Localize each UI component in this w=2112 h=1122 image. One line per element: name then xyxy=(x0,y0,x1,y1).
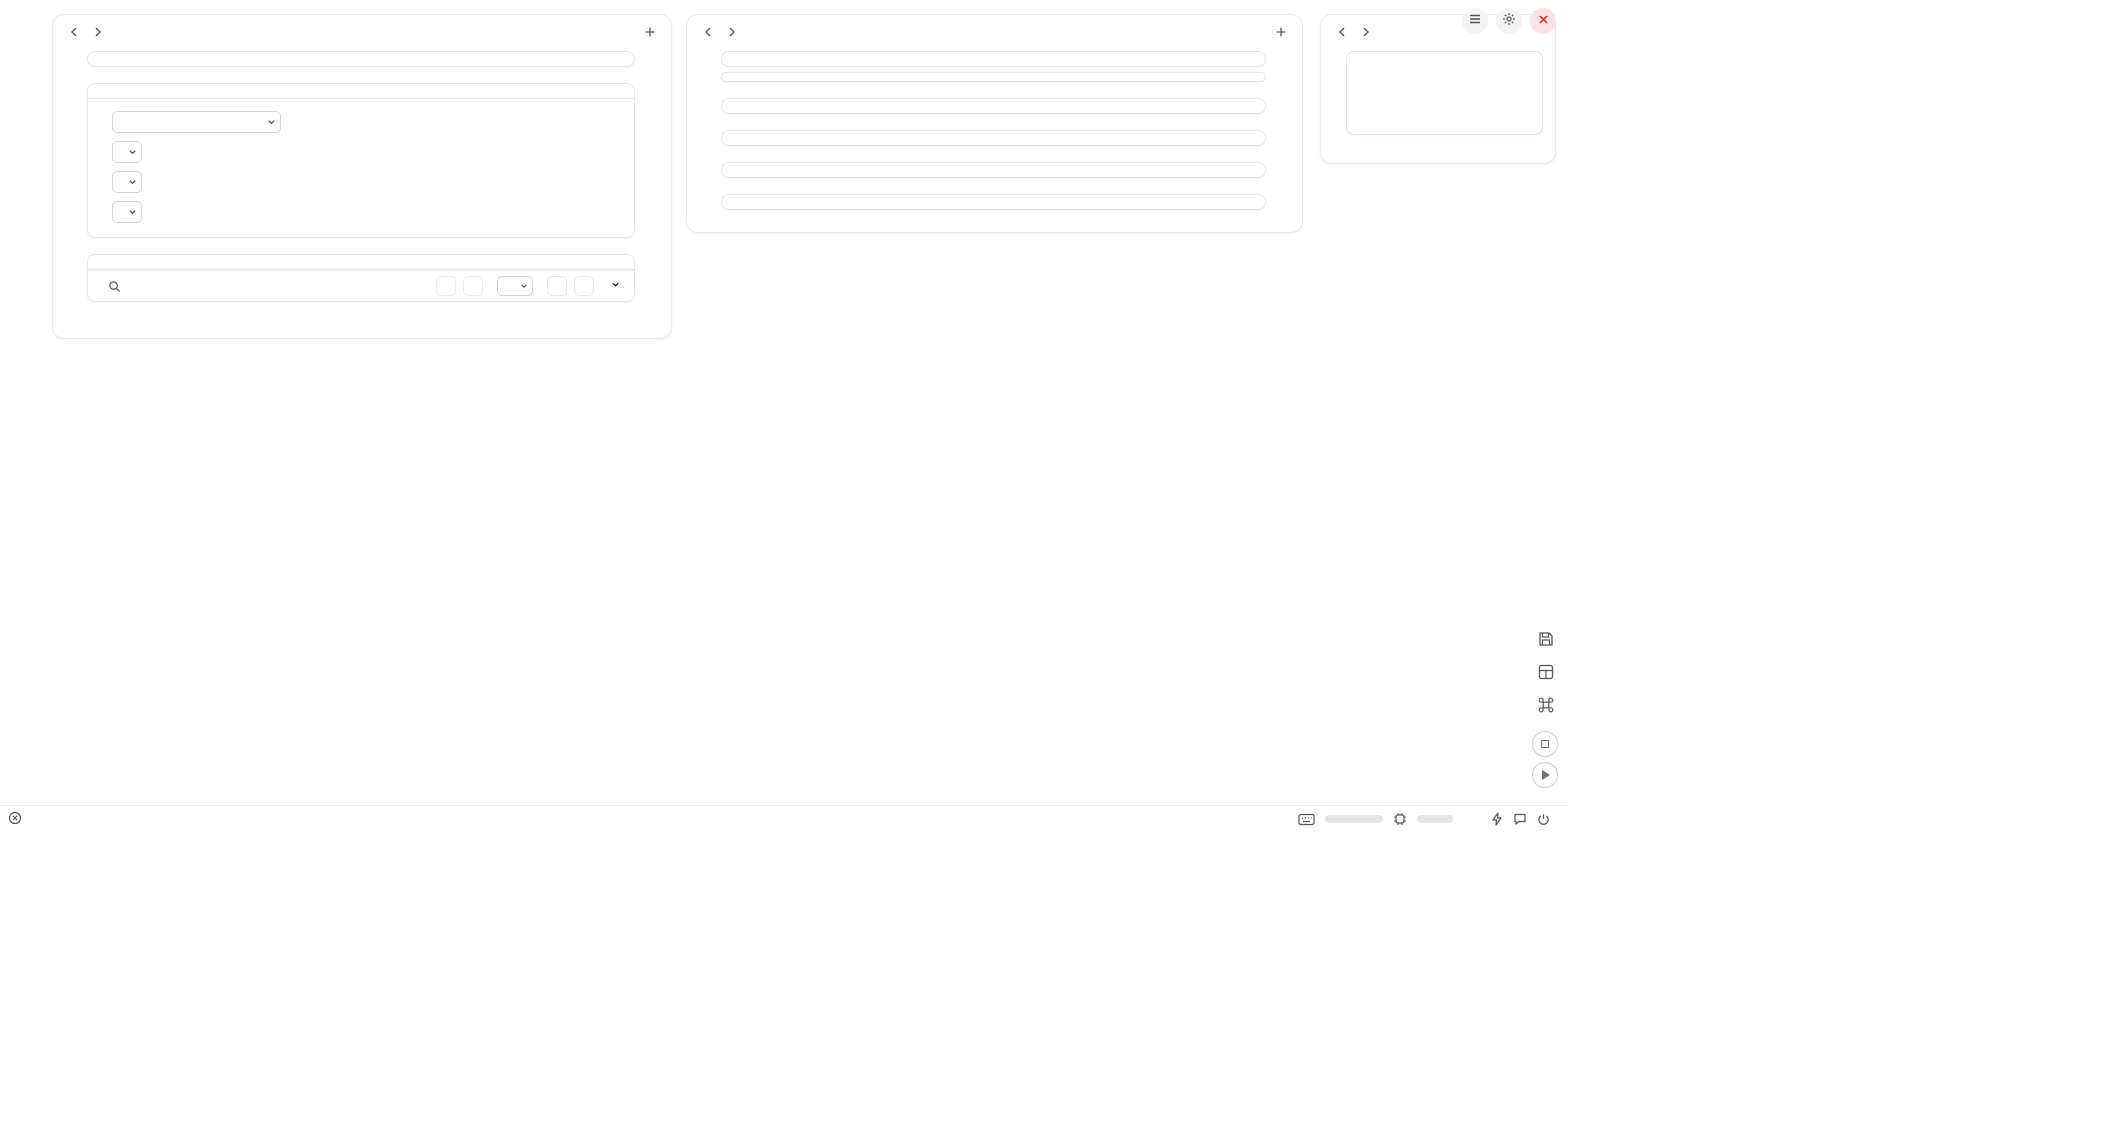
move-column-right-button[interactable] xyxy=(1357,23,1375,41)
code-cell-plot[interactable] xyxy=(721,51,1266,67)
power-icon[interactable] xyxy=(1537,813,1550,826)
chart-output-cell: ⋯ xyxy=(721,72,1266,82)
download-button[interactable] xyxy=(607,280,620,292)
vstack-output-form xyxy=(88,99,634,237)
status-bar xyxy=(0,805,1568,832)
code-editor[interactable] xyxy=(722,131,1265,145)
helper-panel-rail xyxy=(0,0,44,800)
stop-icon xyxy=(1541,740,1549,748)
code-cell-plot-type[interactable] xyxy=(721,194,1266,210)
code-cell-imports[interactable] xyxy=(87,51,635,67)
table-footer xyxy=(88,270,634,301)
code-editor[interactable] xyxy=(88,84,634,98)
add-cell-button[interactable] xyxy=(641,23,659,41)
code-editor[interactable] xyxy=(88,255,634,269)
notebook-column-1 xyxy=(52,14,672,339)
move-column-left-button[interactable] xyxy=(1333,23,1351,41)
code-editor[interactable] xyxy=(722,195,1265,209)
code-editor[interactable] xyxy=(88,52,634,66)
save-icon[interactable] xyxy=(1537,630,1555,648)
interrupt-button[interactable] xyxy=(1532,731,1558,757)
empty-code-cell[interactable] xyxy=(1346,51,1543,135)
error-count-indicator[interactable] xyxy=(8,811,27,828)
run-all-button[interactable] xyxy=(1532,762,1558,788)
hamburger-menu-icon xyxy=(1468,12,1482,31)
circle-x-icon xyxy=(8,811,22,828)
memory-usage-meter xyxy=(1417,815,1453,823)
notebook-column-3 xyxy=(1320,14,1556,164)
connection-lightning-icon[interactable] xyxy=(1491,812,1503,826)
code-cell-selected-dataset[interactable] xyxy=(721,162,1266,178)
last-page-button[interactable] xyxy=(574,276,594,296)
next-page-button[interactable] xyxy=(547,276,567,296)
y-value-dropdown[interactable] xyxy=(112,171,142,193)
menu-button[interactable] xyxy=(1462,8,1488,34)
play-icon xyxy=(1542,770,1550,780)
marimo-app: ⋯ xyxy=(0,0,1568,832)
code-cell-vstack[interactable] xyxy=(87,83,635,238)
window-controls xyxy=(1462,8,1556,34)
feedback-chat-icon[interactable] xyxy=(1513,812,1527,826)
prev-page-button[interactable] xyxy=(463,276,483,296)
chevron-down-icon xyxy=(611,280,620,292)
code-cell-dataframe[interactable] xyxy=(87,254,635,302)
side-toolbar xyxy=(1537,630,1555,714)
dataframe-table xyxy=(88,269,634,301)
move-column-right-button[interactable] xyxy=(89,23,107,41)
keyboard-shortcuts-icon[interactable] xyxy=(1537,696,1555,714)
add-cell-button[interactable] xyxy=(1272,23,1290,41)
keyboard-icon[interactable] xyxy=(1298,813,1315,826)
layout-grid-icon[interactable] xyxy=(1537,663,1555,681)
shutdown-button[interactable] xyxy=(1530,8,1556,34)
code-editor[interactable] xyxy=(722,99,1265,113)
line-number xyxy=(1347,59,1369,61)
move-column-left-button[interactable] xyxy=(699,23,717,41)
close-icon xyxy=(1538,12,1549,30)
code-editor[interactable] xyxy=(722,163,1265,177)
move-column-left-button[interactable] xyxy=(65,23,83,41)
page-select[interactable] xyxy=(497,276,533,296)
move-column-right-button[interactable] xyxy=(723,23,741,41)
column-1-header xyxy=(53,15,671,49)
column-2-header xyxy=(687,15,1302,49)
run-controls xyxy=(1532,731,1558,788)
search-icon[interactable] xyxy=(108,280,121,293)
statusbar-right xyxy=(1298,812,1550,826)
gear-icon xyxy=(1502,12,1516,31)
cpu-usage-meter xyxy=(1325,815,1383,823)
code-editor[interactable] xyxy=(722,52,1265,66)
dataset-dropdown[interactable] xyxy=(112,111,281,133)
settings-button[interactable] xyxy=(1496,8,1522,34)
notebook-column-2: ⋯ xyxy=(686,14,1303,233)
x-value-dropdown[interactable] xyxy=(112,141,142,163)
code-cell-xyplot[interactable] xyxy=(721,130,1266,146)
first-page-button[interactable] xyxy=(436,276,456,296)
memory-chip-icon xyxy=(1393,812,1407,826)
plot-type-dropdown[interactable] xyxy=(112,201,142,223)
code-cell-dataset[interactable] xyxy=(721,98,1266,114)
